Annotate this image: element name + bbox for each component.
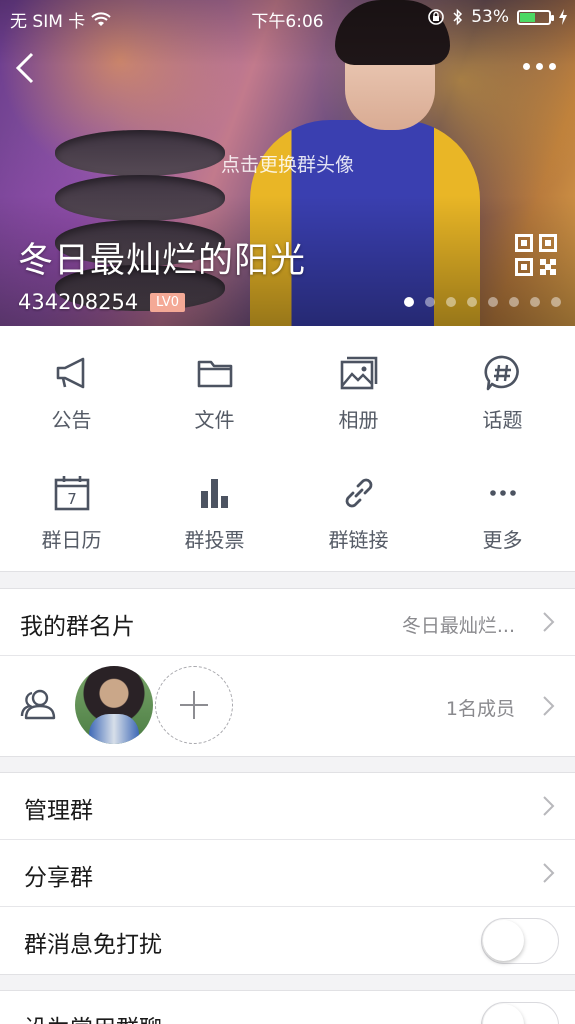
settings-section: 管理群 分享群 群消息免打扰 [0, 772, 575, 975]
add-member-button[interactable] [155, 666, 233, 744]
set-frequent-row: 设为常用群聊 [0, 991, 575, 1024]
carousel-dot [509, 297, 519, 307]
more-icon [490, 490, 516, 496]
topic-icon [484, 355, 519, 391]
group-id: 434208254 [18, 290, 139, 314]
carousel-dot [530, 297, 540, 307]
carousel-dot [446, 297, 456, 307]
charging-icon [559, 9, 567, 25]
calendar-icon: 7 [54, 476, 90, 511]
frequent-section: 设为常用群聊 [0, 990, 575, 1024]
members-row[interactable]: 1名成员 [0, 656, 575, 756]
chevron-left-icon [15, 52, 34, 84]
carousel-dot [488, 297, 498, 307]
cover-carousel-indicator [404, 297, 561, 307]
my-group-card-label: 我的群名片 [20, 614, 135, 640]
change-avatar-hint[interactable]: 点击更换群头像 [0, 150, 575, 177]
files-label: 文件 [194, 408, 235, 432]
topics-button[interactable]: 话题 [431, 326, 574, 446]
my-group-card-row[interactable]: 我的群名片 冬日最灿烂... [0, 589, 575, 656]
vote-button[interactable]: 群投票 [143, 446, 286, 566]
chevron-right-icon [543, 796, 555, 816]
mute-notifications-row: 群消息免打扰 [0, 907, 575, 974]
manage-group-label: 管理群 [24, 798, 93, 824]
megaphone-icon [56, 357, 85, 389]
qr-code-icon [515, 234, 557, 276]
back-button[interactable] [12, 50, 42, 86]
calendar-button[interactable]: 7 群日历 [0, 446, 143, 566]
group-link-label: 群链接 [328, 528, 389, 552]
carousel-dot [467, 297, 477, 307]
carousel-dot [404, 297, 414, 307]
mute-notifications-label: 群消息免打扰 [24, 932, 162, 958]
mute-notifications-toggle[interactable] [481, 918, 559, 964]
qr-code-button[interactable] [515, 234, 557, 276]
battery-percent: 53% [471, 7, 509, 27]
more-features-label: 更多 [482, 528, 523, 552]
notice-button[interactable]: 公告 [0, 326, 143, 446]
album-label: 相册 [338, 408, 379, 432]
more-features-button[interactable]: 更多 [431, 446, 574, 566]
group-name: 冬日最灿烂的阳光 [18, 241, 307, 281]
card-section: 我的群名片 冬日最灿烂... 1名成员 [0, 588, 575, 757]
folder-icon [197, 360, 233, 388]
my-group-card-value: 冬日最灿烂... [401, 615, 515, 637]
set-frequent-label: 设为常用群聊 [24, 1009, 162, 1024]
carousel-dot [425, 297, 435, 307]
battery-icon [517, 9, 554, 25]
vote-icon [201, 479, 228, 508]
member-avatar[interactable] [75, 666, 153, 744]
manage-group-row[interactable]: 管理群 [0, 773, 575, 840]
chevron-right-icon [543, 863, 555, 883]
share-group-row[interactable]: 分享群 [0, 840, 575, 907]
members-count: 1名成员 [445, 698, 515, 720]
group-level-badge: LV0 [150, 293, 185, 312]
group-link-button[interactable]: 群链接 [287, 446, 430, 566]
rotation-lock-icon [428, 9, 445, 25]
feature-grid: 公告 文件 相册 话题 7 群日历 群投票 群链接 更多 [0, 326, 575, 572]
bluetooth-icon [453, 8, 463, 26]
chevron-right-icon [543, 612, 555, 632]
status-bar: 无 SIM 卡 下午6:06 53% [0, 0, 575, 34]
calendar-day: 7 [67, 490, 77, 508]
vote-label: 群投票 [184, 528, 245, 552]
link-icon [345, 478, 373, 508]
carousel-dot [551, 297, 561, 307]
members-icon [20, 689, 56, 720]
topics-label: 话题 [482, 408, 523, 432]
album-icon [340, 356, 378, 390]
chevron-right-icon [543, 696, 555, 716]
notice-label: 公告 [51, 408, 92, 432]
set-frequent-toggle[interactable] [481, 1002, 559, 1024]
share-group-label: 分享群 [24, 865, 93, 891]
album-button[interactable]: 相册 [287, 326, 430, 446]
calendar-label: 群日历 [41, 528, 102, 552]
more-options-button[interactable] [519, 54, 559, 78]
files-button[interactable]: 文件 [143, 326, 286, 446]
